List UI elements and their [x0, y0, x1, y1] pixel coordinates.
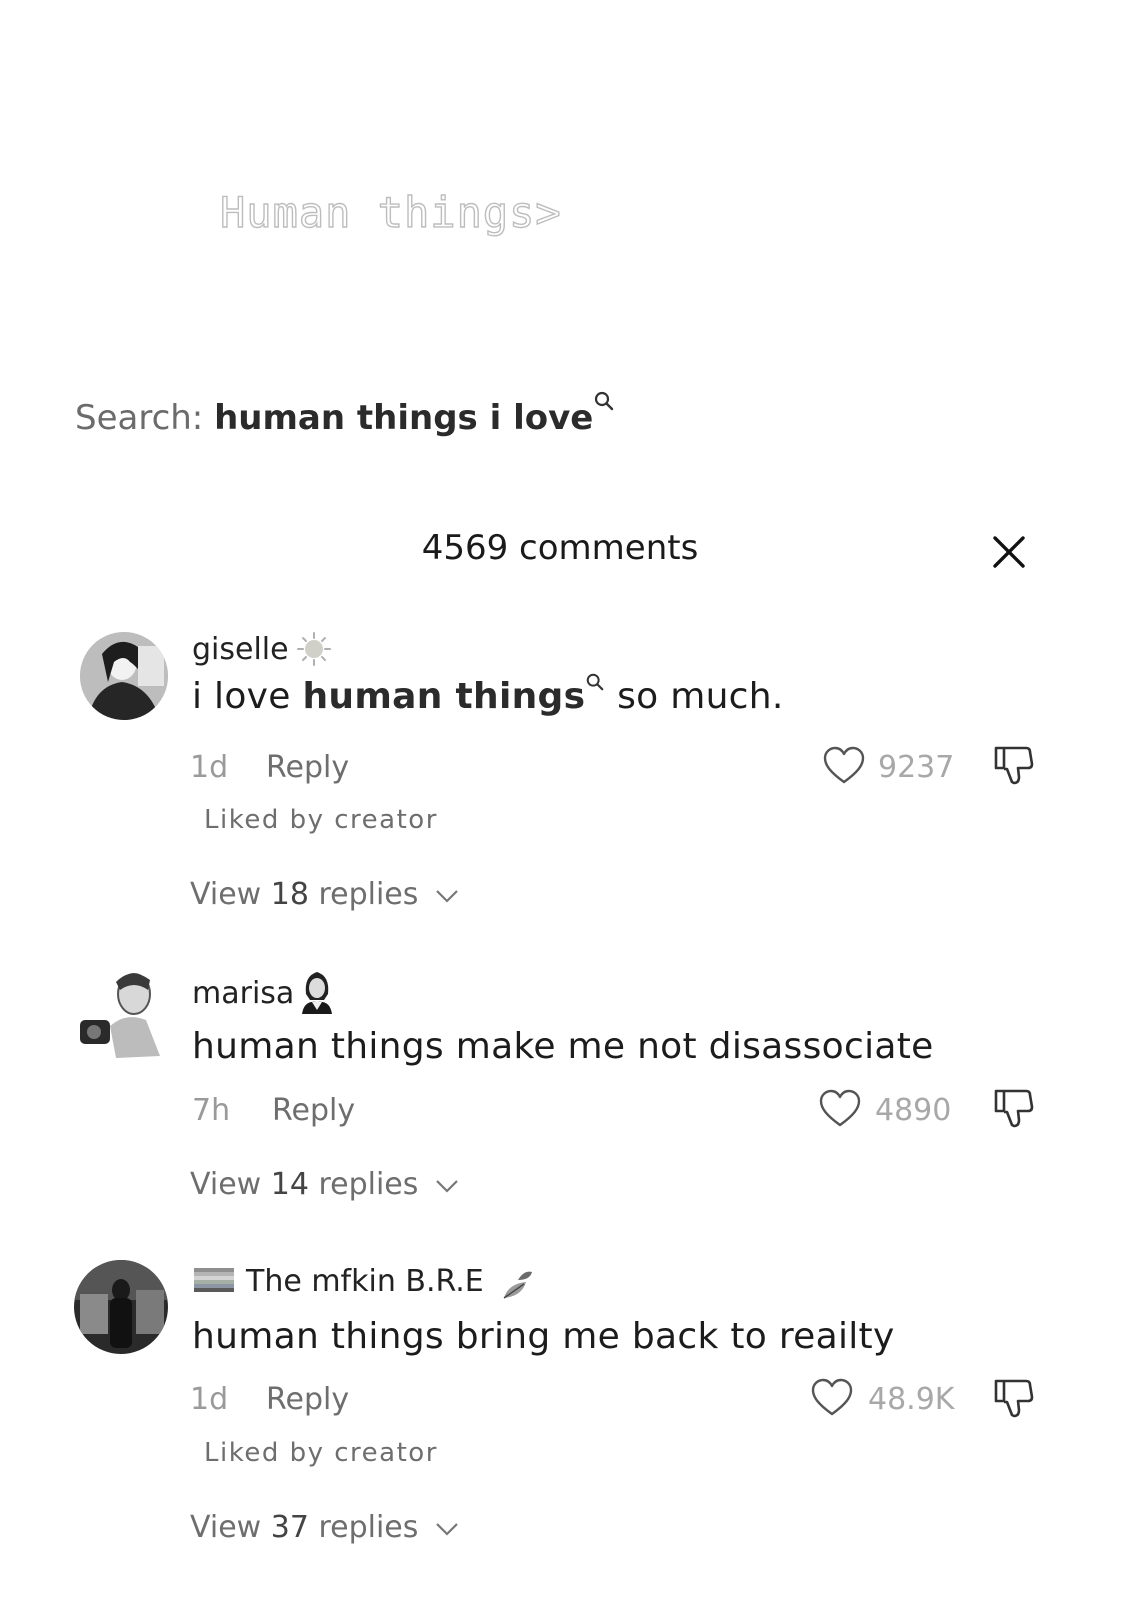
- comment-time: 1d: [190, 750, 229, 785]
- chevron-down-icon: [436, 1179, 458, 1193]
- search-label: Search:: [75, 398, 204, 438]
- view-replies-count: 37: [270, 1510, 309, 1545]
- leaf-emoji-icon: [503, 1271, 532, 1299]
- rainbow-flag-icon: [194, 1268, 234, 1292]
- avatar[interactable]: [76, 966, 166, 1066]
- video-title-overlay: Human things>: [219, 187, 562, 237]
- view-replies-prefix: View: [190, 1510, 271, 1545]
- view-replies-button[interactable]: View 18 replies: [190, 877, 460, 912]
- reply-button[interactable]: Reply: [266, 750, 349, 785]
- comment-username[interactable]: marisa: [192, 976, 294, 1011]
- comment-text-pre: i love: [192, 676, 303, 717]
- dislike-icon[interactable]: [992, 1376, 1036, 1420]
- like-count: 4890: [875, 1093, 952, 1128]
- liked-by-creator: Liked by creator: [204, 1438, 438, 1468]
- vampire-emoji-icon: [302, 972, 332, 1014]
- view-replies-count: 18: [270, 877, 309, 912]
- comment-search-link[interactable]: human things: [302, 676, 585, 717]
- comment-text-post: so much.: [605, 676, 784, 717]
- reply-button[interactable]: Reply: [272, 1093, 355, 1128]
- view-replies-button[interactable]: View 37 replies: [190, 1510, 460, 1545]
- comment-text: human things bring me back to reailty: [192, 1316, 895, 1357]
- like-count: 48.9K: [868, 1382, 955, 1417]
- search-suggestion[interactable]: Search: human things i love: [75, 391, 615, 438]
- dislike-icon[interactable]: [992, 1086, 1036, 1130]
- heart-icon[interactable]: [822, 746, 866, 786]
- view-replies-suffix: replies: [308, 1167, 419, 1202]
- heart-icon[interactable]: [810, 1378, 854, 1418]
- comment-text: human things make me not disassociate: [192, 1026, 934, 1067]
- view-replies-suffix: replies: [308, 877, 419, 912]
- comment-time: 7h: [192, 1093, 231, 1128]
- heart-icon[interactable]: [818, 1089, 862, 1129]
- view-replies-count: 14: [270, 1167, 309, 1202]
- search-icon: [587, 673, 604, 691]
- chevron-down-icon: [436, 1522, 458, 1536]
- comment-username[interactable]: giselle: [192, 632, 289, 667]
- sun-emoji-icon: [297, 632, 331, 666]
- view-replies-prefix: View: [190, 1167, 271, 1202]
- search-query[interactable]: human things i love: [214, 398, 593, 438]
- view-replies-button[interactable]: View 14 replies: [190, 1167, 460, 1202]
- comment-username[interactable]: The mfkin B.R.E: [246, 1264, 484, 1299]
- view-replies-prefix: View: [190, 877, 271, 912]
- avatar[interactable]: [74, 1260, 168, 1354]
- comment-time: 1d: [190, 1382, 229, 1417]
- liked-by-creator: Liked by creator: [204, 805, 438, 835]
- search-icon: [595, 391, 614, 411]
- view-replies-suffix: replies: [308, 1510, 419, 1545]
- chevron-down-icon: [436, 889, 458, 903]
- comments-count: 4569 comments: [421, 528, 699, 568]
- avatar[interactable]: [80, 632, 168, 720]
- reply-button[interactable]: Reply: [266, 1382, 349, 1417]
- like-count: 9237: [878, 750, 955, 785]
- dislike-icon[interactable]: [992, 743, 1036, 787]
- comment-text: i love human things so much.: [192, 673, 784, 717]
- close-icon[interactable]: [987, 530, 1031, 574]
